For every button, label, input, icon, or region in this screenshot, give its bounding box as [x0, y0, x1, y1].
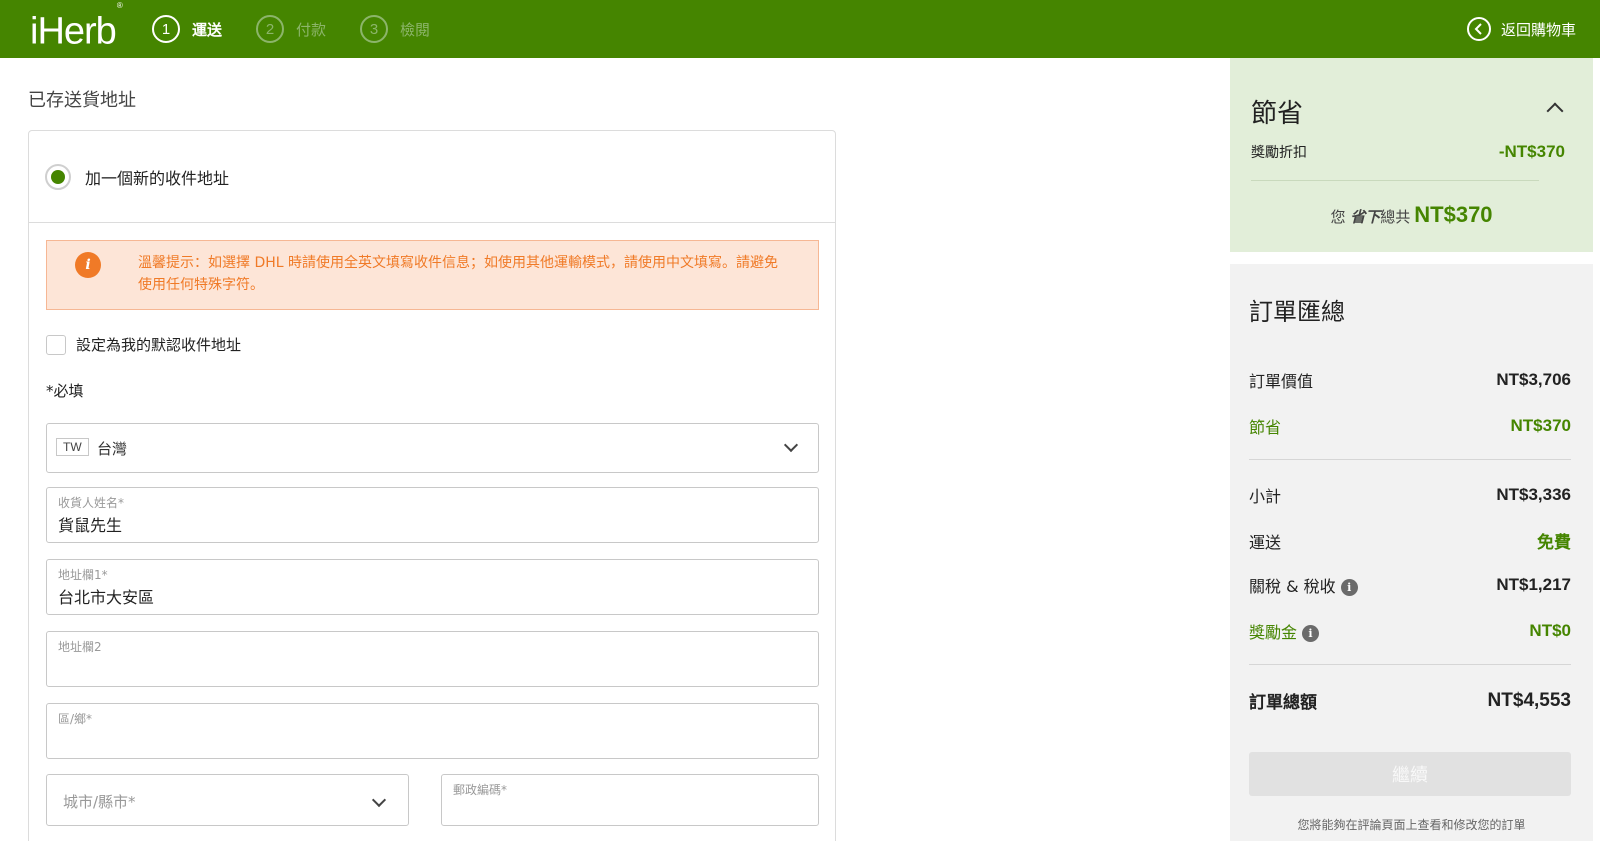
shipping-label: 運送	[1249, 532, 1282, 552]
rewards-label: 獎勵金	[1249, 623, 1298, 642]
order-value-row: 訂單價值 NT$3,706	[1249, 368, 1571, 392]
new-address-radio[interactable]	[45, 163, 71, 190]
savings-label: 節省	[1249, 418, 1282, 437]
order-summary-title: 訂單匯總	[1249, 298, 1345, 326]
order-total-label: 訂單總額	[1249, 693, 1317, 713]
total-savings: 您 省下總共 NT$370	[1230, 202, 1593, 228]
savings-amount: NT$370	[1510, 416, 1571, 435]
order-value-amount: NT$3,706	[1496, 370, 1571, 389]
order-total-row: 訂單總額 NT$4,553	[1249, 688, 1571, 714]
duties-row: 關稅 & 稅收 i NT$1,217	[1249, 573, 1571, 597]
field-label: 地址欄1*	[58, 568, 108, 582]
order-total-amount: NT$4,553	[1487, 689, 1571, 711]
address-card: 加一個新的收件地址 i 溫馨提示：如選擇 DHL 時請使用全英文填寫收件信息；如…	[28, 130, 836, 841]
review-note: 您將能夠在評論頁面上查看和修改您的訂單	[1297, 818, 1526, 832]
order-value-label: 訂單價值	[1249, 372, 1314, 391]
savings-panel: 節省 獎勵折扣 -NT$370 您 省下總共 NT$370	[1230, 58, 1593, 252]
chevron-up-icon[interactable]	[1546, 102, 1564, 120]
step-number: 1	[152, 15, 180, 43]
address-line2-field[interactable]: 地址欄2	[46, 631, 819, 687]
back-to-cart-link[interactable]: 返回購物車	[1466, 17, 1576, 41]
reward-discount-label: 獎勵折扣	[1251, 145, 1307, 161]
field-label: 郵政編碼*	[453, 783, 508, 797]
rewards-label-wrap: 獎勵金 i	[1249, 619, 1320, 643]
top-bar: iHerb® 1 運送 2 付款 3 檢閱 返回購物車	[0, 0, 1600, 58]
field-label: 地址欄2	[58, 640, 102, 654]
step-label: 運送	[192, 20, 223, 39]
shipping-amount: 免費	[1537, 533, 1571, 552]
step-number: 2	[256, 15, 284, 43]
reward-discount-row: 獎勵折扣 -NT$370	[1251, 142, 1565, 162]
rewards-amount: NT$0	[1529, 621, 1571, 640]
city-select[interactable]: 城市/縣市*	[46, 774, 409, 826]
logo-text: iHerb	[30, 10, 117, 53]
iherb-logo[interactable]: iHerb®	[30, 1, 123, 53]
step-shipping: 1 運送	[152, 14, 222, 44]
step-number: 3	[360, 15, 388, 43]
required-note: *必填	[46, 382, 84, 400]
shipping-row: 運送 免費	[1249, 528, 1571, 553]
field-value[interactable]: 貨鼠先生	[58, 512, 122, 536]
country-name: 台灣	[97, 440, 128, 458]
savings-row: 節省 NT$370	[1249, 414, 1571, 438]
continue-button[interactable]: 繼續	[1249, 752, 1571, 796]
field-value[interactable]: 台北市大安區	[58, 584, 154, 608]
default-address-checkbox[interactable]	[46, 334, 66, 355]
step-label: 付款	[296, 20, 327, 39]
new-address-option[interactable]: 加一個新的收件地址	[29, 131, 835, 223]
subtotal-amount: NT$3,336	[1496, 485, 1571, 504]
info-icon[interactable]: i	[1302, 625, 1320, 642]
info-icon: i	[75, 252, 101, 278]
warning-message: 溫馨提示：如選擇 DHL 時請使用全英文填寫收件信息；如使用其他運輸模式，請使用…	[138, 255, 779, 293]
total-savings-emph: 省下	[1350, 208, 1381, 226]
divider	[1249, 664, 1571, 665]
chevron-left-icon	[1466, 17, 1491, 41]
total-savings-prefix: 您	[1330, 208, 1346, 226]
rewards-row: 獎勵金 i NT$0	[1249, 619, 1571, 643]
chevron-down-icon	[783, 437, 799, 453]
subtotal-row: 小計 NT$3,336	[1249, 483, 1571, 507]
divider	[1249, 459, 1571, 460]
country-select[interactable]: TW 台灣	[46, 423, 819, 473]
step-label: 檢閱	[400, 20, 431, 39]
total-savings-amount: NT$370	[1414, 202, 1493, 227]
country-code-badge: TW	[56, 438, 89, 456]
savings-title: 節省	[1251, 99, 1304, 129]
step-payment: 2 付款	[256, 14, 326, 44]
default-address-checkbox-row[interactable]: 設定為我的默認收件地址	[46, 334, 241, 355]
total-savings-suffix: 總共	[1380, 208, 1411, 226]
district-field[interactable]: 區/鄉*	[46, 703, 819, 759]
field-label: 收貨人姓名*	[58, 496, 125, 510]
saved-addresses-title: 已存送貨地址	[28, 90, 136, 111]
default-address-label: 設定為我的默認收件地址	[76, 336, 242, 354]
subtotal-label: 小計	[1249, 487, 1282, 506]
field-label: 區/鄉*	[58, 712, 93, 726]
back-to-cart-label: 返回購物車	[1500, 20, 1576, 39]
city-placeholder: 城市/縣市*	[63, 793, 136, 811]
postal-code-field[interactable]: 郵政編碼*	[441, 774, 819, 826]
logo-registered-mark: ®	[116, 1, 123, 10]
chevron-down-icon	[371, 792, 387, 808]
address-line1-field[interactable]: 地址欄1* 台北市大安區	[46, 559, 819, 615]
new-address-label: 加一個新的收件地址	[85, 168, 230, 188]
recipient-name-field[interactable]: 收貨人姓名* 貨鼠先生	[46, 487, 819, 543]
reward-discount-value: -NT$370	[1498, 142, 1565, 161]
radio-selected-dot	[51, 169, 65, 184]
divider	[1251, 180, 1539, 181]
step-review: 3 檢閱	[360, 14, 430, 44]
duties-amount: NT$1,217	[1496, 575, 1571, 594]
duties-label-wrap: 關稅 & 稅收 i	[1249, 573, 1358, 597]
order-summary-panel: 訂單匯總 訂單價值 NT$3,706 節省 NT$370 小計 NT$3,336…	[1230, 264, 1593, 841]
duties-label: 關稅 & 稅收	[1249, 577, 1336, 596]
dhl-warning-banner: i 溫馨提示：如選擇 DHL 時請使用全英文填寫收件信息；如使用其他運輸模式，請…	[46, 240, 819, 310]
info-icon[interactable]: i	[1340, 579, 1358, 596]
